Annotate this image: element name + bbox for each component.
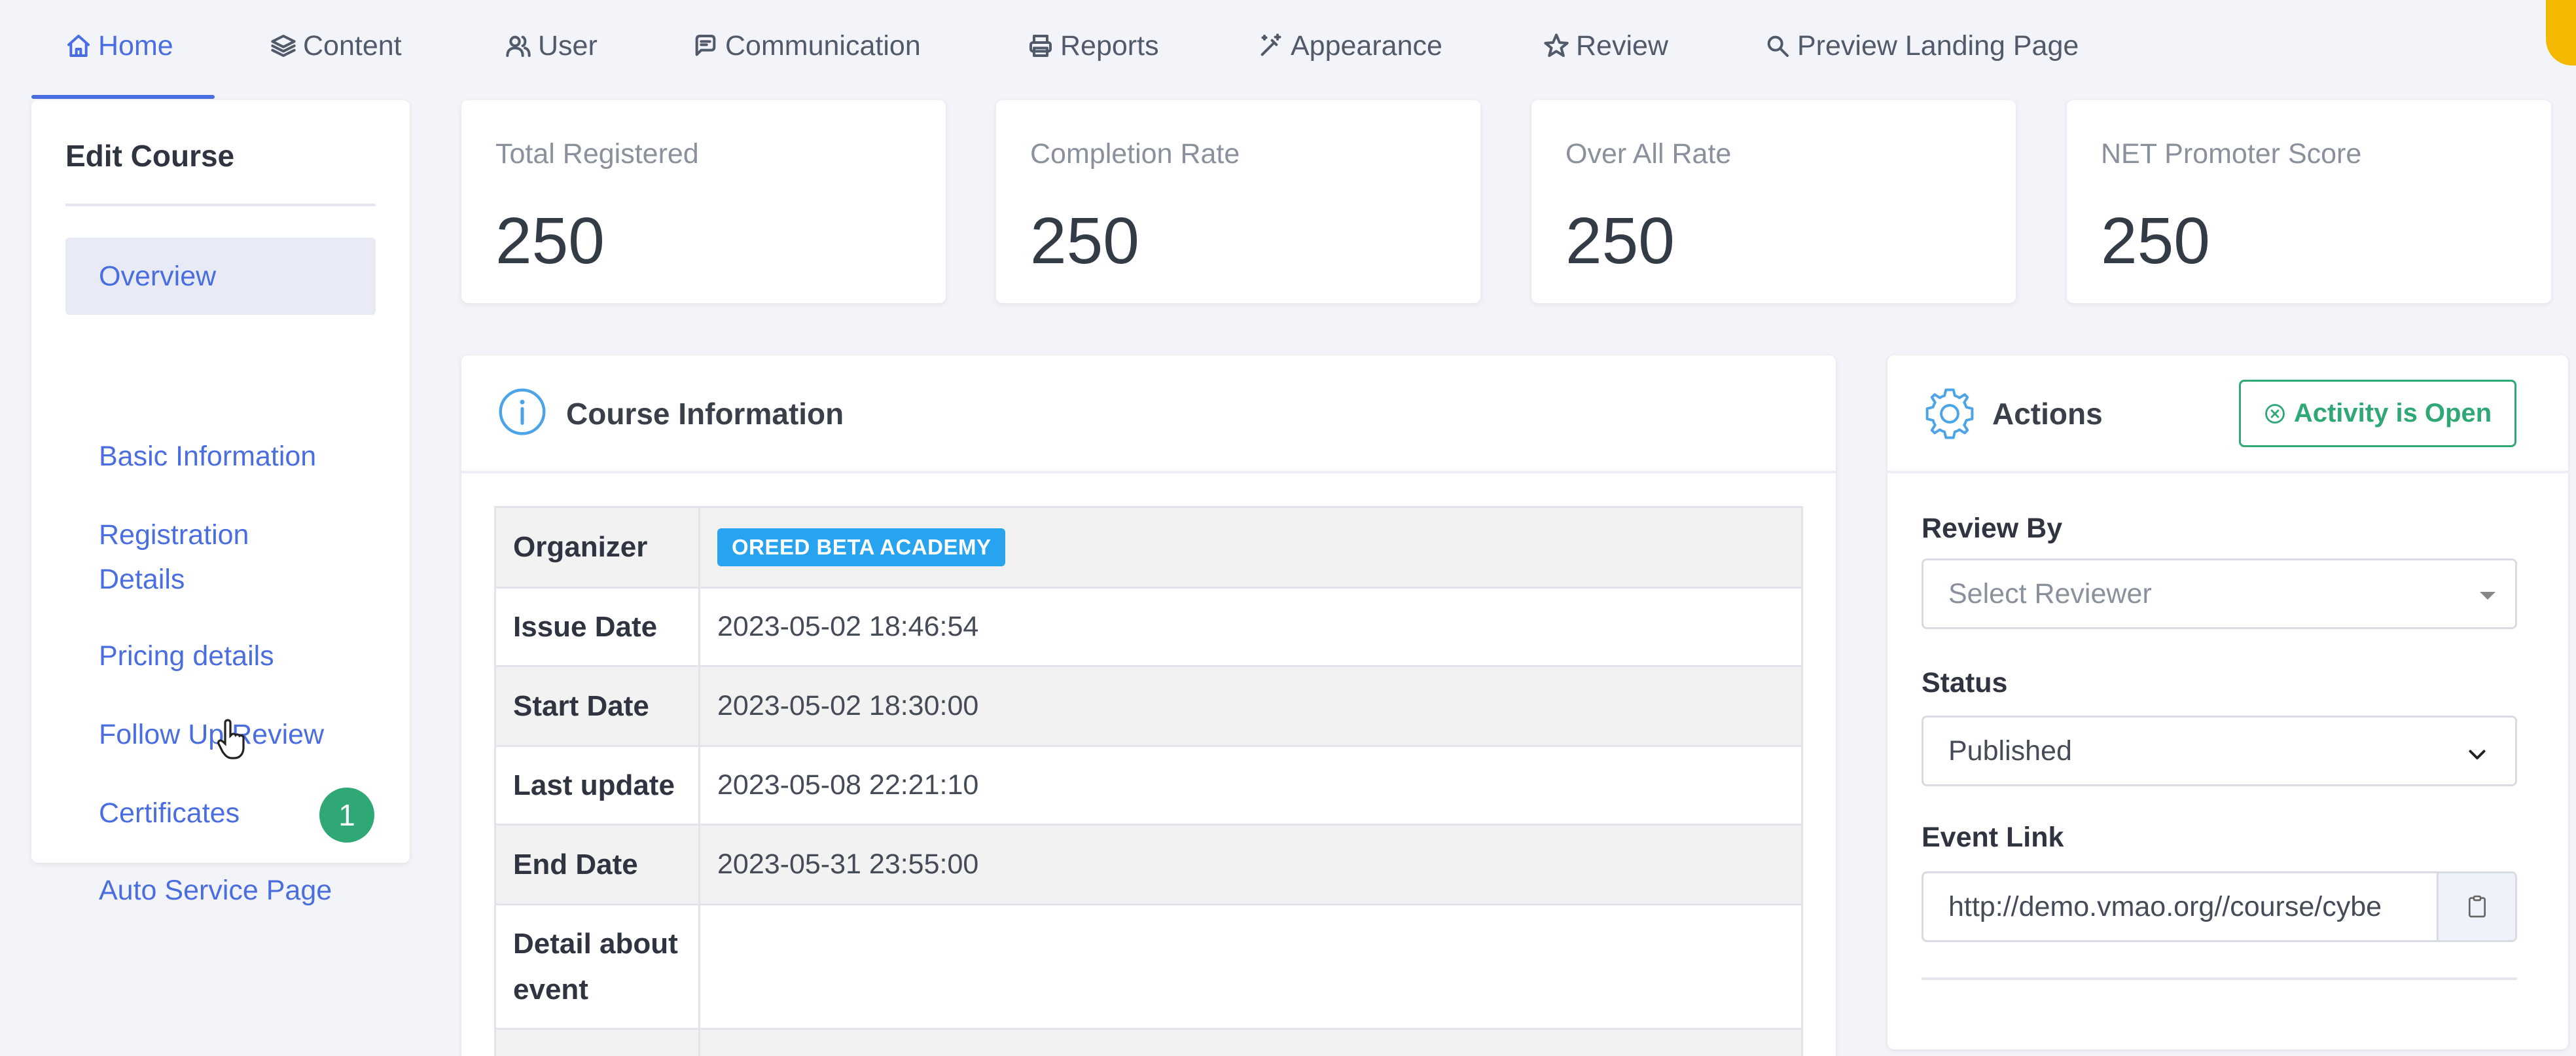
nav-tab-review[interactable]: Review: [1543, 26, 1668, 65]
row-value: [700, 1030, 1801, 1056]
step-number-badge: 1: [319, 788, 374, 843]
row-value: 2023-05-02 18:30:00: [717, 690, 979, 721]
home-icon: [67, 35, 90, 57]
nav-tab-reports[interactable]: Reports: [1028, 26, 1159, 65]
table-row: Last update 2023-05-08 22:21:10: [496, 745, 1801, 824]
star-icon: [1544, 33, 1569, 57]
actions-divider: [1922, 977, 2517, 980]
stat-value: 250: [1030, 204, 1139, 278]
actions-header: Actions Activity is Open: [1887, 355, 2568, 473]
table-row: Detail about event: [496, 903, 1801, 1028]
sidebar-item-pricing-details[interactable]: Pricing details: [99, 634, 274, 678]
sidebar-title: Edit Course: [65, 139, 235, 173]
stat-value: 250: [2101, 204, 2210, 278]
activity-open-button[interactable]: Activity is Open: [2239, 380, 2516, 447]
sidebar-item-auto-service-page[interactable]: Auto Service Page: [99, 868, 332, 913]
nav-tab-label: Home: [98, 29, 173, 62]
table-row: [496, 1028, 1801, 1056]
info-circle-icon: [499, 388, 546, 435]
course-overview-page: Home Content User Communication Reports …: [0, 0, 2576, 1056]
hand-pointer-cursor-icon: [217, 719, 245, 759]
course-information-table: Organizer OREED BETA ACADEMY Issue Date …: [494, 506, 1803, 1056]
table-row: End Date 2023-05-31 23:55:00: [496, 824, 1801, 903]
row-value: 2023-05-08 22:21:10: [717, 769, 979, 801]
row-key: Detail about event: [496, 905, 700, 1028]
sidebar-item-certificates[interactable]: Certificates: [99, 791, 240, 835]
row-key: End Date: [496, 826, 700, 903]
chevron-down-icon: [2469, 750, 2486, 759]
top-navigation: Home Content User Communication Reports …: [0, 0, 2576, 100]
row-value: [700, 905, 1801, 1028]
active-tab-indicator: [31, 95, 215, 99]
table-row: Start Date 2023-05-02 18:30:00: [496, 665, 1801, 745]
nav-tab-label: User: [538, 29, 598, 62]
stat-value: 250: [495, 204, 605, 278]
nav-tab-home[interactable]: Home: [65, 26, 173, 65]
event-link-label: Event Link: [1922, 822, 2064, 853]
magic-wand-icon: [1261, 33, 1281, 56]
organizer-badge: OREED BETA ACADEMY: [717, 528, 1006, 566]
users-icon: [506, 35, 531, 57]
row-key: Last update: [496, 747, 700, 824]
sidebar-item-follow-up-review[interactable]: Follow Up Review: [99, 712, 324, 757]
stat-label: NET Promoter Score: [2101, 138, 2362, 170]
event-link-input[interactable]: http://demo.vmao.org//course/cybe: [1922, 871, 2439, 942]
reviewer-select[interactable]: Select Reviewer: [1922, 558, 2517, 629]
review-by-label: Review By: [1922, 513, 2063, 544]
reviewer-select-placeholder: Select Reviewer: [1948, 577, 2152, 610]
actions-title: Actions: [1992, 397, 2103, 431]
clipboard-icon: [2468, 895, 2486, 918]
stat-label: Completion Rate: [1030, 138, 1240, 170]
nav-tab-label: Preview Landing Page: [1797, 29, 2079, 62]
stat-value: 250: [1565, 204, 1675, 278]
printer-icon: [1029, 35, 1052, 57]
row-value: 2023-05-31 23:55:00: [717, 848, 979, 880]
activity-open-label: Activity is Open: [2293, 399, 2492, 428]
row-key: [496, 1030, 700, 1056]
nav-tab-label: Review: [1576, 29, 1668, 62]
layers-icon: [271, 35, 296, 57]
stat-card-completion-rate: Completion Rate 250: [996, 100, 1480, 303]
chat-icon: [695, 35, 716, 56]
row-key: Organizer: [496, 508, 700, 587]
status-select-value: Published: [1948, 735, 2072, 767]
gear-icon: [1925, 388, 1974, 439]
stat-card-over-all-rate: Over All Rate 250: [1531, 100, 2016, 303]
course-information-card: Course Information Organizer OREED BETA …: [461, 355, 1836, 1056]
table-row: Organizer OREED BETA ACADEMY: [496, 508, 1801, 587]
nav-tab-preview-landing-page[interactable]: Preview Landing Page: [1764, 26, 2079, 65]
sidebar-divider: [65, 204, 376, 206]
sidebar-item-overview[interactable]: Overview: [99, 254, 216, 299]
nav-tab-content[interactable]: Content: [270, 26, 402, 65]
nav-tab-label: Appearance: [1291, 29, 1442, 62]
nav-tab-label: Reports: [1060, 29, 1159, 62]
stat-card-net-promoter-score: NET Promoter Score 250: [2067, 100, 2551, 303]
caret-down-icon: [2480, 592, 2496, 600]
sidebar-item-basic-information[interactable]: Basic Information: [99, 434, 316, 479]
course-information-header: Course Information: [461, 355, 1836, 473]
table-row: Issue Date 2023-05-02 18:46:54: [496, 587, 1801, 665]
row-key: Start Date: [496, 667, 700, 745]
stat-label: Total Registered: [495, 138, 699, 170]
nav-tab-appearance[interactable]: Appearance: [1258, 26, 1442, 65]
nav-tab-label: Communication: [725, 29, 921, 62]
search-icon: [1767, 35, 1789, 57]
row-key: Issue Date: [496, 589, 700, 665]
nav-tab-user[interactable]: User: [505, 26, 598, 65]
nav-tab-label: Content: [303, 29, 402, 62]
course-information-title: Course Information: [566, 397, 844, 431]
stat-card-total-registered: Total Registered 250: [461, 100, 946, 303]
actions-card: Actions Activity is Open Review By Selec…: [1887, 355, 2568, 1049]
nav-tab-communication[interactable]: Communication: [692, 26, 921, 65]
status-select[interactable]: Published: [1922, 716, 2517, 786]
stat-label: Over All Rate: [1565, 138, 1732, 170]
copy-link-button[interactable]: [2437, 871, 2517, 942]
row-value: OREED BETA ACADEMY: [700, 508, 1801, 587]
corner-widget[interactable]: [2546, 0, 2576, 65]
sidebar-item-registration-details[interactable]: Registration Details: [99, 513, 295, 602]
status-label: Status: [1922, 667, 2008, 699]
close-circle-icon: [2264, 403, 2285, 424]
row-value: 2023-05-02 18:46:54: [717, 611, 979, 642]
